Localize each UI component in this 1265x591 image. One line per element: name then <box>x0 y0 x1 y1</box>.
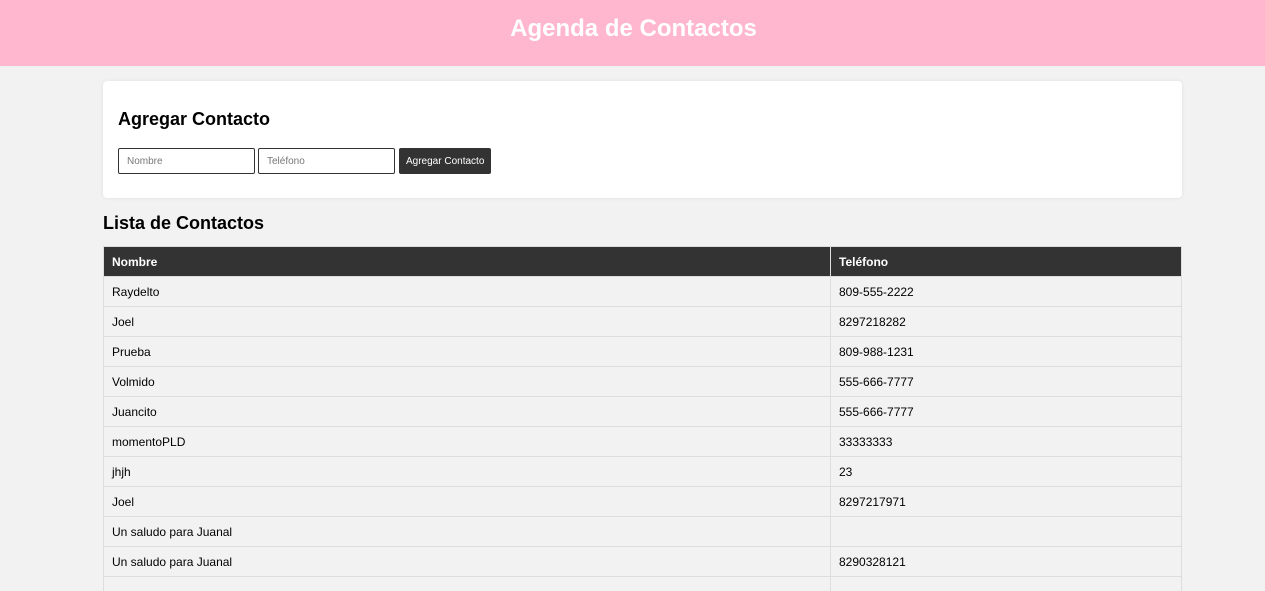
add-contact-title: Agregar Contacto <box>118 109 271 129</box>
contact-name: jhjh <box>103 456 831 487</box>
contact-phone: 8297217971 <box>830 486 1182 517</box>
table-row: Joel 8297218282 <box>103 306 1182 337</box>
table-row: momentoPLD 33333333 <box>103 426 1182 457</box>
page-title: Agenda de Contactos <box>510 15 757 42</box>
contact-name: Raydelto <box>103 276 831 307</box>
table-row: Raydelto 809-555-2222 <box>103 276 1182 307</box>
contacts-table: Nombre Teléfono Raydelto 809-555-2222 Jo… <box>103 246 1182 591</box>
contact-phone: 555-666-7777 <box>830 396 1182 427</box>
contact-phone: 555-666-7777 <box>830 366 1182 397</box>
app-header: Agenda de Contactos <box>0 0 1265 66</box>
contact-phone: 23 <box>830 456 1182 487</box>
table-row: Prueba 809-988-1231 <box>103 336 1182 367</box>
table-row: Un saludo para Juanal 8290328121 <box>103 546 1182 577</box>
contact-phone: 809-555-2222 <box>830 276 1182 307</box>
contact-name: Volmido <box>103 366 831 397</box>
name-input[interactable] <box>118 148 255 174</box>
table-header-row: Nombre Teléfono <box>103 246 1182 277</box>
column-header-phone: Teléfono <box>830 246 1182 277</box>
table-row <box>103 576 1182 591</box>
contact-phone <box>830 516 1182 547</box>
contact-phone: 8290328121 <box>830 546 1182 577</box>
contact-name: momentoPLD <box>103 426 831 457</box>
contact-name <box>103 576 831 591</box>
contact-phone <box>830 576 1182 591</box>
add-contact-card: Agregar Contacto Agregar Contacto <box>103 81 1182 198</box>
contact-phone: 8297218282 <box>830 306 1182 337</box>
contact-list-title: Lista de Contactos <box>103 213 265 233</box>
column-header-name: Nombre <box>103 246 831 277</box>
table-row: Volmido 555-666-7777 <box>103 366 1182 397</box>
contact-name: Juancito <box>103 396 831 427</box>
contact-phone: 809-988-1231 <box>830 336 1182 367</box>
add-contact-form: Agregar Contacto <box>118 148 1167 174</box>
table-row: Juancito 555-666-7777 <box>103 396 1182 427</box>
table-row: jhjh 23 <box>103 456 1182 487</box>
contact-name: Un saludo para Juanal <box>103 516 831 547</box>
contact-name: Joel <box>103 306 831 337</box>
table-row: Joel 8297217971 <box>103 486 1182 517</box>
table-row: Un saludo para Juanal <box>103 516 1182 547</box>
contact-name: Joel <box>103 486 831 517</box>
add-contact-button[interactable]: Agregar Contacto <box>399 148 492 174</box>
phone-input[interactable] <box>258 148 395 174</box>
main-content: Agregar Contacto Agregar Contacto Lista … <box>103 81 1182 591</box>
contact-name: Un saludo para Juanal <box>103 546 831 577</box>
contact-phone: 33333333 <box>830 426 1182 457</box>
contact-name: Prueba <box>103 336 831 367</box>
